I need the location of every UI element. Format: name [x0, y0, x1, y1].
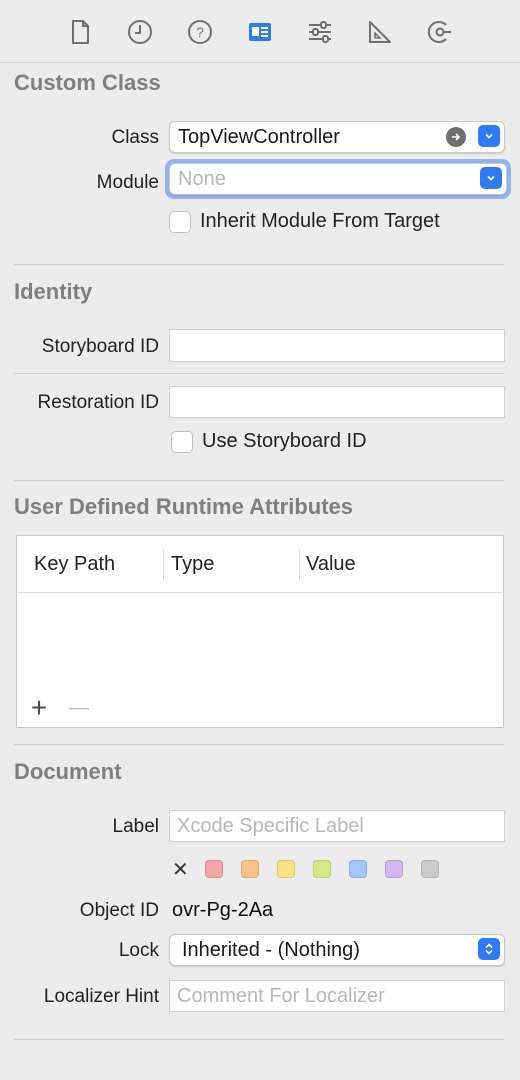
svg-text:?: ?	[196, 24, 204, 40]
file-icon[interactable]	[62, 14, 98, 50]
module-combo[interactable]: None	[169, 163, 507, 195]
column-header-key-path[interactable]: Key Path	[34, 536, 115, 592]
lock-popup[interactable]: Inherited - (Nothing)	[169, 934, 505, 966]
label-color-green[interactable]	[313, 860, 331, 878]
connections-icon[interactable]	[422, 14, 458, 50]
divider	[14, 744, 504, 745]
object-id-value: ovr-Pg-2Aa	[172, 899, 274, 921]
module-placeholder: None	[178, 167, 226, 190]
storyboard-id-label: Storyboard ID	[41, 336, 159, 357]
identity-card-icon[interactable]	[242, 14, 278, 50]
label-color-red[interactable]	[205, 860, 223, 878]
column-header-type[interactable]: Type	[171, 536, 214, 592]
inspector-toolbar: ?	[0, 0, 520, 63]
ruler-icon[interactable]	[362, 14, 398, 50]
use-storyboard-id-checkbox[interactable]	[171, 431, 193, 453]
class-value: TopViewController	[178, 125, 340, 148]
runtime-attributes-table[interactable]: Key Path Type Value + —	[16, 535, 504, 728]
module-label: Module	[96, 172, 159, 193]
clear-label-color-icon[interactable]: ✕	[172, 857, 192, 881]
class-dropdown-chevron-icon[interactable]	[478, 125, 500, 147]
help-icon[interactable]: ?	[182, 14, 218, 50]
class-combo[interactable]: TopViewController	[169, 121, 505, 153]
xcode-label-field[interactable]: Xcode Specific Label	[169, 810, 505, 842]
column-separator	[299, 550, 300, 580]
column-separator	[163, 550, 164, 580]
sliders-icon[interactable]	[302, 14, 338, 50]
lock-value: Inherited - (Nothing)	[182, 938, 360, 961]
label-color-blue[interactable]	[349, 860, 367, 878]
object-id-label: Object ID	[79, 900, 159, 921]
inherit-module-label: Inherit Module From Target	[200, 210, 440, 232]
label-color-gray[interactable]	[421, 860, 439, 878]
localizer-hint-label: Localizer Hint	[43, 986, 159, 1007]
storyboard-id-field[interactable]	[169, 329, 505, 362]
clock-icon[interactable]	[122, 14, 158, 50]
label-color-orange[interactable]	[241, 860, 259, 878]
restoration-id-field[interactable]	[169, 386, 505, 418]
label-label: Label	[112, 816, 160, 837]
divider	[14, 373, 504, 374]
label-color-yellow[interactable]	[277, 860, 295, 878]
remove-attribute-button[interactable]: —	[67, 696, 91, 720]
lock-label: Lock	[118, 940, 159, 961]
add-attribute-button[interactable]: +	[27, 694, 51, 722]
divider	[14, 264, 504, 265]
document-title: Document	[14, 759, 122, 784]
divider	[14, 480, 504, 481]
class-label: Class	[111, 127, 159, 148]
module-dropdown-chevron-icon[interactable]	[480, 167, 502, 189]
restoration-id-label: Restoration ID	[37, 392, 159, 413]
column-header-value[interactable]: Value	[306, 536, 356, 592]
identity-title: Identity	[14, 279, 93, 304]
divider	[14, 1039, 504, 1040]
custom-class-title: Custom Class	[14, 70, 161, 95]
go-to-class-arrow-icon[interactable]	[446, 127, 466, 147]
lock-updown-chevron-icon[interactable]	[478, 938, 500, 960]
inherit-module-checkbox[interactable]	[169, 211, 191, 233]
runtime-attributes-title: User Defined Runtime Attributes	[14, 494, 354, 519]
localizer-hint-field[interactable]: Comment For Localizer	[169, 980, 505, 1012]
header-divider	[17, 592, 503, 593]
use-storyboard-id-label: Use Storyboard ID	[202, 430, 367, 452]
label-color-purple[interactable]	[385, 860, 403, 878]
